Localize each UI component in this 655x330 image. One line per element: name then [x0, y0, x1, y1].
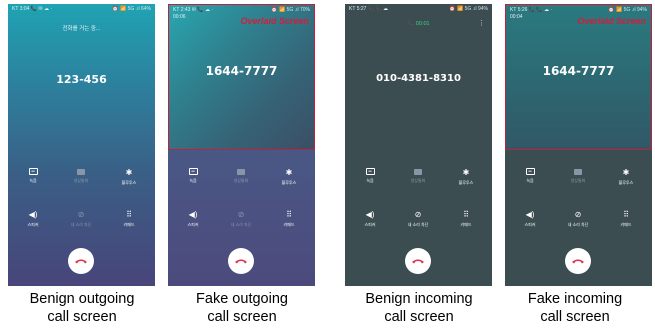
status-left: KT 2:43 ✉ 📞 ☁ · — [173, 7, 214, 13]
record-icon: ●● — [525, 168, 535, 175]
end-call-icon — [75, 259, 87, 264]
speaker-icon: ◀) — [28, 210, 38, 219]
overlaid-screen: KT 2:43 ✉ 📞 ☁ · ⏰ 📶 5G .ıl 70% 00:06 Ove… — [168, 4, 315, 150]
speaker-button[interactable]: ◀) 스피커 — [349, 210, 391, 228]
mute-button[interactable]: ⊘ 내 소리 차단 — [557, 210, 599, 228]
phone-number: 123-456 — [56, 73, 107, 86]
status-left: KT 5:27 📞 📞 ☁ — [349, 6, 389, 12]
end-call-button[interactable] — [228, 248, 254, 274]
record-button[interactable]: ●● 녹음 — [172, 168, 214, 184]
video-call-button[interactable]: 영상통화 — [220, 168, 262, 184]
bluetooth-button[interactable]: ✱ 블루투스 — [605, 168, 647, 186]
keypad-button[interactable]: ⠿ 키패드 — [605, 210, 647, 228]
end-call-button[interactable] — [68, 248, 94, 274]
status-bar: KT 3:04 📞 ✉ ☁ · ⏰ 📶 5G .ıl 64% — [8, 4, 155, 13]
speaker-button[interactable]: ◀) 스피커 — [172, 210, 214, 228]
call-controls: ●● 녹음 영상통화 ✱ 블루투스 ◀) 스피커 ⊘ 내 소리 차단 ⠿ 키패드 — [168, 162, 315, 232]
mic-off-icon: ⊘ — [414, 210, 422, 219]
end-call-button[interactable] — [565, 248, 591, 274]
keypad-button[interactable]: ⠿ 키패드 — [445, 210, 487, 228]
caption-benign-incoming: Benign incoming call screen — [365, 291, 473, 325]
status-right: ⏰ 📶 5G .ıl 94% — [608, 7, 647, 13]
bluetooth-button[interactable]: ✱ 블루투스 — [268, 168, 310, 186]
calling-label: 전화를 거는 중... — [62, 26, 101, 32]
video-camera-icon — [237, 169, 245, 175]
overlaid-screen: KT 5:26 📞 📞 ☁ · ⏰ 📶 5G .ıl 94% 00:04 Ove… — [505, 4, 652, 150]
record-icon: ●● — [28, 168, 38, 175]
bluetooth-button[interactable]: ✱ 블루투스 — [445, 168, 487, 186]
mic-off-icon: ⊘ — [574, 210, 582, 219]
status-left: KT 3:04 📞 ✉ ☁ · — [12, 6, 53, 12]
call-duration: 📞 00:01 — [407, 21, 430, 27]
bluetooth-icon: ✱ — [285, 168, 293, 177]
speaker-icon: ◀) — [365, 210, 375, 219]
status-bar: KT 2:43 ✉ 📞 ☁ · ⏰ 📶 5G .ıl 70% — [169, 5, 314, 14]
more-options-icon[interactable]: ⋮ — [478, 19, 485, 27]
end-call-icon — [572, 259, 584, 264]
end-call-icon — [235, 259, 247, 264]
benign-outgoing-call-screen: KT 3:04 📞 ✉ ☁ · ⏰ 📶 5G .ıl 64% 전화를 거는 중.… — [8, 4, 155, 286]
phone-number: 010-4381-8310 — [376, 73, 461, 84]
status-left: KT 5:26 📞 📞 ☁ · — [510, 7, 553, 13]
status-right: ⏰ 📶 5G .ıl 64% — [112, 6, 151, 12]
video-camera-icon — [414, 169, 422, 175]
status-bar: KT 5:27 📞 📞 ☁ ⏰ 📶 5G .ıl 94% — [345, 4, 492, 13]
video-camera-icon — [574, 169, 582, 175]
speaker-button[interactable]: ◀) 스피커 — [509, 210, 551, 228]
bluetooth-icon: ✱ — [622, 168, 630, 177]
benign-incoming-call-screen: KT 5:27 📞 📞 ☁ ⏰ 📶 5G .ıl 94% 📞 00:01 ⋮ 0… — [345, 4, 492, 286]
mute-button[interactable]: ⊘ 내 소리 차단 — [60, 210, 102, 228]
overlay-label: Overlaid Screen — [240, 16, 309, 26]
call-controls: ●● 녹음 영상통화 ✱ 블루투스 ◀) 스피커 ⊘ 내 소리 차단 ⠿ 키패드 — [345, 162, 492, 232]
record-button[interactable]: ●● 녹음 — [509, 168, 551, 184]
caption-fake-incoming: Fake incoming call screen — [527, 291, 623, 325]
end-call-button[interactable] — [405, 248, 431, 274]
keypad-icon: ⠿ — [463, 210, 469, 219]
speaker-button[interactable]: ◀) 스피커 — [12, 210, 54, 228]
mic-off-icon: ⊘ — [237, 210, 245, 219]
call-controls: ●● 녹음 영상통화 ✱ 블루투스 ◀) 스피커 ⊘ 내 소리 차단 ⠿ 키패드 — [8, 162, 155, 232]
mic-off-icon: ⊘ — [77, 210, 85, 219]
keypad-icon: ⠿ — [286, 210, 292, 219]
record-button[interactable]: ●● 녹음 — [349, 168, 391, 184]
bluetooth-button[interactable]: ✱ 블루투스 — [108, 168, 150, 186]
video-camera-icon — [77, 169, 85, 175]
record-icon: ●● — [365, 168, 375, 175]
end-call-icon — [412, 259, 424, 264]
mute-button[interactable]: ⊘ 내 소리 차단 — [220, 210, 262, 228]
overlay-label: Overlaid Screen — [577, 16, 646, 26]
speaker-icon: ◀) — [188, 210, 198, 219]
bluetooth-icon: ✱ — [125, 168, 133, 177]
speaker-icon: ◀) — [525, 210, 535, 219]
phone-number: 1644-7777 — [542, 64, 615, 78]
status-right: ⏰ 📶 5G .ıl 70% — [271, 7, 310, 13]
status-right: ⏰ 📶 5G .ıl 94% — [449, 6, 488, 12]
video-call-button[interactable]: 영상통화 — [397, 168, 439, 184]
call-controls: ●● 녹음 영상통화 ✱ 블루투스 ◀) 스피커 ⊘ 내 소리 차단 ⠿ 키패드 — [505, 162, 652, 232]
keypad-button[interactable]: ⠿ 키패드 — [268, 210, 310, 228]
video-call-button[interactable]: 영상통화 — [557, 168, 599, 184]
mute-button[interactable]: ⊘ 내 소리 차단 — [397, 210, 439, 228]
call-timer: 00:06 — [173, 14, 186, 20]
record-button[interactable]: ●● 녹음 — [12, 168, 54, 184]
phone-number: 1644-7777 — [205, 64, 278, 78]
caption-benign-outgoing: Benign outgoing call screen — [29, 291, 135, 325]
call-timer: 00:04 — [510, 14, 523, 20]
video-call-button[interactable]: 영상통화 — [60, 168, 102, 184]
keypad-button[interactable]: ⠿ 키패드 — [108, 210, 150, 228]
record-icon: ●● — [188, 168, 198, 175]
keypad-icon: ⠿ — [126, 210, 132, 219]
caption-fake-outgoing: Fake outgoing call screen — [196, 291, 288, 325]
keypad-icon: ⠿ — [623, 210, 629, 219]
bluetooth-icon: ✱ — [462, 168, 470, 177]
status-bar: KT 5:26 📞 📞 ☁ · ⏰ 📶 5G .ıl 94% — [506, 5, 651, 14]
